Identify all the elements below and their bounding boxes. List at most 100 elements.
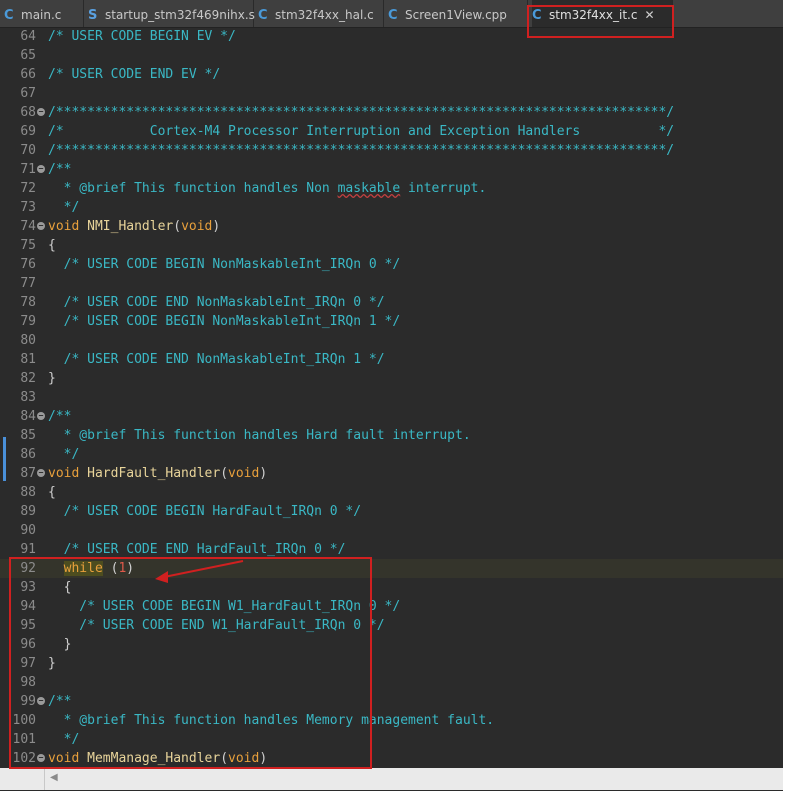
code-token: /* USER CODE END NonMaskableInt_IRQn 0 *… [48, 295, 385, 310]
line-number: 69 [20, 124, 36, 139]
line-number: 88 [20, 485, 36, 500]
code-line[interactable]: 71−/** [0, 160, 783, 179]
line-number: 76 [20, 257, 36, 272]
line-number: 65 [20, 48, 36, 63]
tab-label: startup_stm32f469nihx.s [105, 8, 255, 22]
code-line[interactable]: 86 */ [0, 445, 783, 464]
tab-label: stm32f4xx_hal.c [275, 8, 374, 22]
code-text: { [48, 483, 56, 502]
tab-label: main.c [21, 8, 62, 22]
code-text: /** [48, 160, 71, 179]
horizontal-scrollbar[interactable]: ◀ [0, 768, 783, 790]
code-line[interactable]: 65 [0, 46, 783, 65]
code-text: */ [48, 198, 80, 217]
code-text: void HardFault_Handler(void) [48, 464, 267, 483]
code-token: /** [48, 409, 72, 424]
code-line[interactable]: 82} [0, 369, 783, 388]
code-line[interactable]: 87− void HardFault_Handler(void) [0, 464, 783, 483]
line-number: 79 [20, 314, 36, 329]
code-line[interactable]: 85 * @brief This function handles Hard f… [0, 426, 783, 445]
code-token: ( [173, 219, 182, 234]
code-token: /***************************************… [48, 105, 675, 120]
scrollbar-separator [44, 768, 45, 790]
code-text: * @brief This function handles Non maska… [48, 179, 487, 198]
code-line[interactable]: 70 /*************************************… [0, 141, 783, 160]
line-number: 71 [20, 162, 36, 177]
code-token: { [48, 238, 56, 253]
code-line[interactable]: 73 */ [0, 198, 783, 217]
code-token: { [48, 485, 56, 500]
code-text: void NMI_Handler(void) [48, 217, 220, 236]
line-number: 70 [20, 143, 36, 158]
code-token: interrupt. [400, 181, 487, 196]
scroll-left-arrow-icon[interactable]: ◀ [50, 772, 58, 783]
code-token: void [48, 219, 80, 234]
code-line[interactable]: 81 /* USER CODE END NonMaskableInt_IRQn … [0, 350, 783, 369]
code-line[interactable]: 72 * @brief This function handles Non ma… [0, 179, 783, 198]
code-text: */ [48, 445, 80, 464]
code-line[interactable]: 75 { [0, 236, 783, 255]
code-token: ( [220, 466, 229, 481]
fold-toggle-icon[interactable]: − [37, 222, 45, 230]
tab-screen1view-cpp[interactable]: C Screen1View.cpp [388, 0, 528, 27]
code-text: /** [48, 407, 71, 426]
code-text: /* USER CODE BEGIN EV */ [48, 27, 236, 46]
code-token: maskable [337, 181, 401, 196]
code-token: /* USER CODE BEGIN HardFault_IRQn 0 */ [48, 504, 362, 519]
code-line[interactable]: 76 /* USER CODE BEGIN NonMaskableInt_IRQ… [0, 255, 783, 274]
code-line[interactable]: 84−/** [0, 407, 783, 426]
code-token: void [228, 466, 260, 481]
code-text: /* USER CODE END NonMaskableInt_IRQn 0 *… [48, 293, 385, 312]
code-text: { [48, 236, 56, 255]
code-line[interactable]: 66 /* USER CODE END EV */ [0, 65, 783, 84]
fold-toggle-icon[interactable]: − [37, 108, 45, 116]
line-number: 83 [20, 390, 36, 405]
code-token: /* USER CODE BEGIN EV */ [48, 29, 236, 44]
code-token: /* USER CODE END HardFault_IRQn 0 */ [48, 542, 346, 557]
code-token: ) [212, 219, 221, 234]
fold-toggle-icon[interactable]: − [37, 469, 45, 477]
code-line[interactable]: 69 /* Cortex-M4 Processor Interruption an… [0, 122, 783, 141]
tab-main-c[interactable]: Cmain.c [4, 0, 84, 27]
fold-toggle-icon[interactable]: − [37, 412, 45, 420]
fold-toggle-icon[interactable]: − [37, 165, 45, 173]
tab-startup-stm32f469nihx-s[interactable]: Sstartup_stm32f469nihx.s [88, 0, 255, 27]
code-token: /***************************************… [48, 143, 675, 158]
code-line[interactable]: 79 /* USER CODE BEGIN NonMaskableInt_IRQ… [0, 312, 783, 331]
line-number: 78 [20, 295, 36, 310]
line-number: 64 [20, 29, 36, 44]
code-text: /* USER CODE END NonMaskableInt_IRQn 1 *… [48, 350, 385, 369]
code-line[interactable]: 77 [0, 274, 783, 293]
code-line[interactable]: 80 [0, 331, 783, 350]
code-token: /* USER CODE BEGIN NonMaskableInt_IRQn 1… [48, 314, 401, 329]
line-number: 73 [20, 200, 36, 215]
code-line[interactable]: 90 [0, 521, 783, 540]
code-line[interactable]: 88 { [0, 483, 783, 502]
code-line[interactable]: 68−/************************************… [0, 103, 783, 122]
tab-stm32f4xx-hal-c[interactable]: Cstm32f4xx_hal.c [258, 0, 384, 27]
code-text: /* USER CODE BEGIN HardFault_IRQn 0 */ [48, 502, 361, 521]
tab-label: Screen1View.cpp [405, 8, 507, 22]
line-number: 90 [20, 523, 36, 538]
line-number: 68 [20, 105, 36, 120]
code-token: */ [48, 200, 80, 215]
code-token: /* USER CODE END NonMaskableInt_IRQn 1 *… [48, 352, 385, 367]
code-line[interactable]: 74− void NMI_Handler(void) [0, 217, 783, 236]
code-text: /* USER CODE BEGIN NonMaskableInt_IRQn 0… [48, 255, 401, 274]
code-text: /***************************************… [48, 141, 674, 160]
line-number: 77 [20, 276, 36, 291]
code-highlight-box [9, 557, 372, 769]
line-number: 84 [20, 409, 36, 424]
line-number: 89 [20, 504, 36, 519]
code-token: /* USER CODE BEGIN NonMaskableInt_IRQn 0… [48, 257, 401, 272]
code-text: /* Cortex-M4 Processor Interruption and … [48, 122, 674, 141]
code-line[interactable]: 67 [0, 84, 783, 103]
code-token: ) [259, 466, 268, 481]
line-number: 85 [20, 428, 36, 443]
code-line[interactable]: 78 /* USER CODE END NonMaskableInt_IRQn … [0, 293, 783, 312]
code-line[interactable]: 83 [0, 388, 783, 407]
code-line[interactable]: 89 /* USER CODE BEGIN HardFault_IRQn 0 *… [0, 502, 783, 521]
code-token: void [48, 466, 80, 481]
